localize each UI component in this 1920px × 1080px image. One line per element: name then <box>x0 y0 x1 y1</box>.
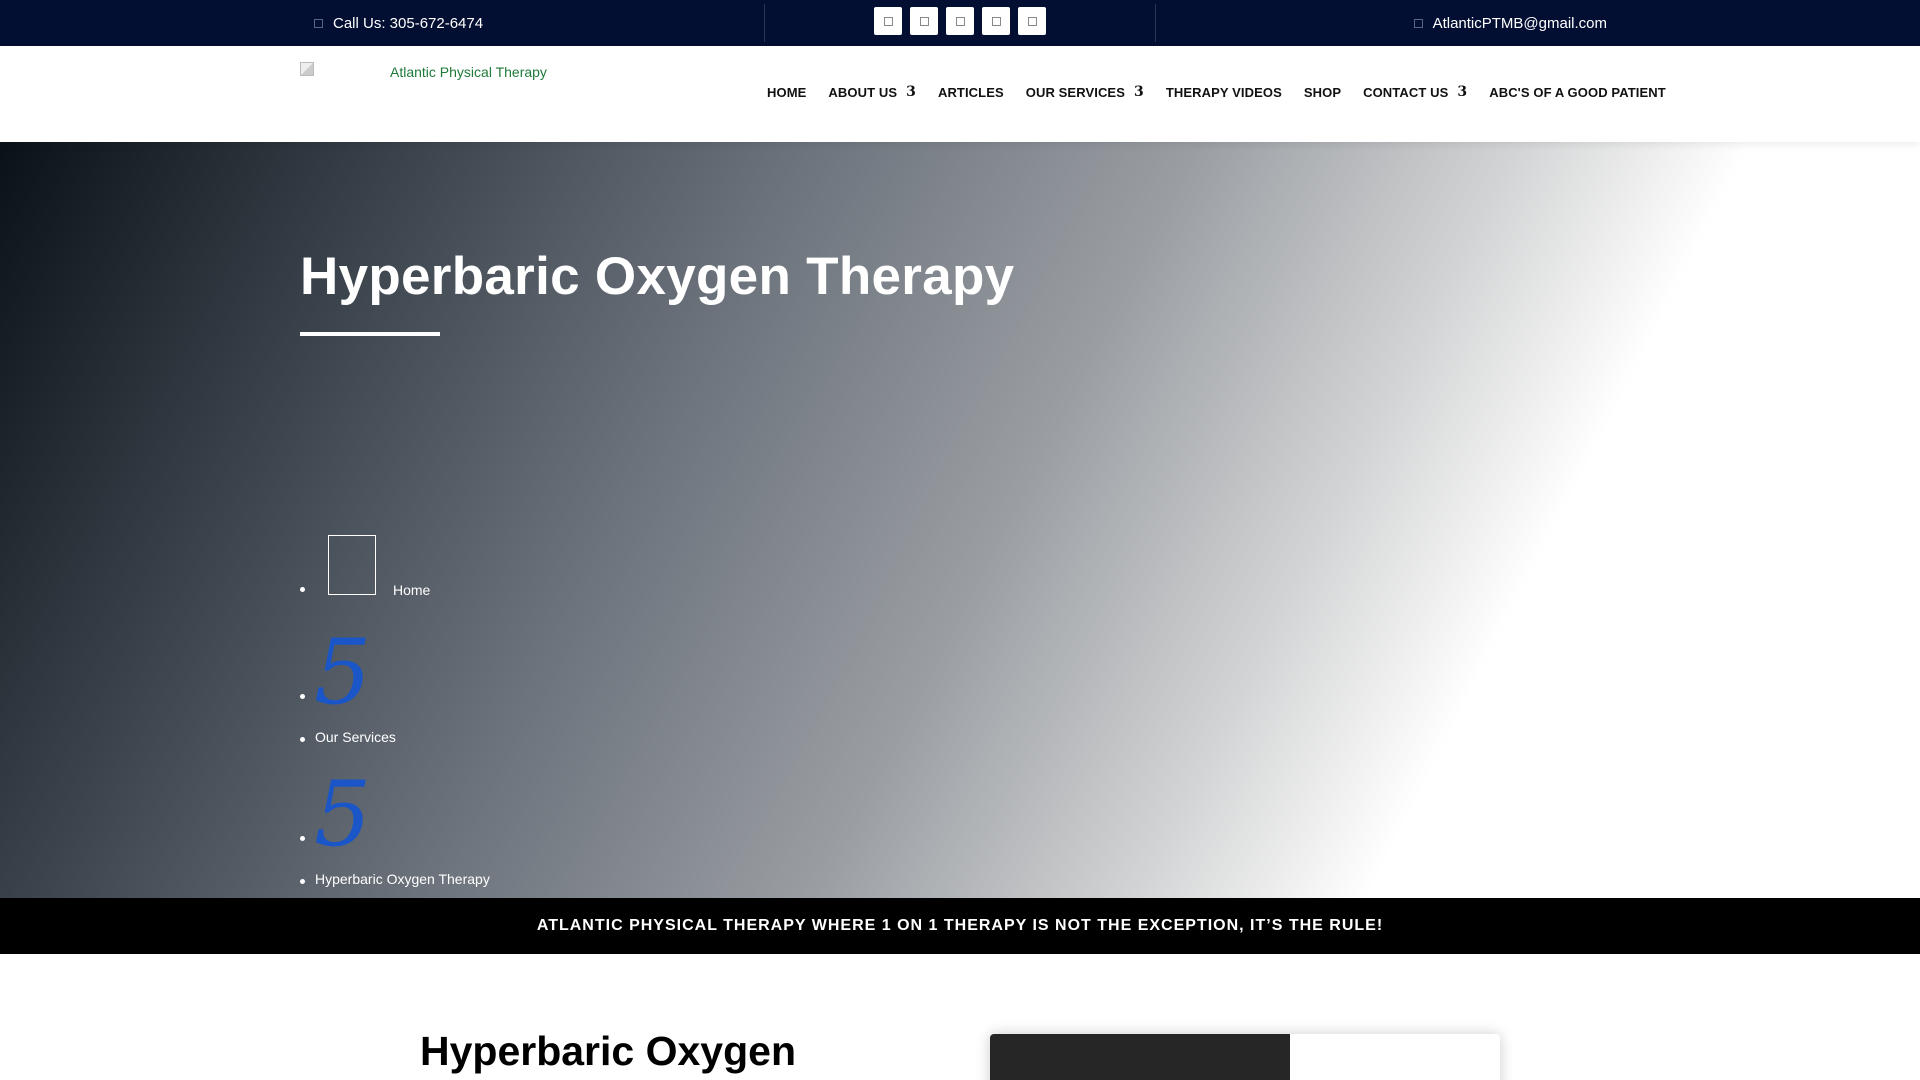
separator-icon: 5 <box>314 762 372 867</box>
nav-item-contact-us[interactable]: CONTACT US 3 <box>1363 84 1467 100</box>
email-icon <box>1413 18 1423 28</box>
broken-image-icon <box>300 62 314 76</box>
nav-item-articles[interactable]: ARTICLES <box>938 85 1004 100</box>
section-title: Hyperbaric Oxygen <box>420 1028 796 1074</box>
nav-item-home[interactable]: HOME <box>767 85 806 100</box>
phone-icon <box>314 18 323 28</box>
youtube-icon[interactable] <box>982 7 1010 35</box>
breadcrumb-home-label: Home <box>393 582 431 598</box>
topbar-divider <box>1155 4 1156 42</box>
top-bar: Call Us: 305-672-6474 AtlanticPTMB@gmail… <box>0 0 1920 46</box>
logo-alt-text: Atlantic Physical Therapy <box>390 64 547 80</box>
home-icon <box>328 535 376 595</box>
tagline-text: ATLANTIC PHYSICAL THERAPY WHERE 1 ON 1 T… <box>536 917 1384 934</box>
breadcrumb-parent-label: Our Services <box>315 729 396 745</box>
nav-item-about-us[interactable]: ABOUT US 3 <box>828 84 916 100</box>
title-underline <box>300 332 440 336</box>
chevron-down-icon: 3 <box>1457 84 1468 100</box>
breadcrumb-current-label: Hyperbaric Oxygen Therapy <box>315 871 490 887</box>
video-thumbnail[interactable] <box>990 1034 1290 1080</box>
breadcrumb-separator: 5 <box>300 628 371 718</box>
breadcrumb-our-services[interactable]: Our Services <box>300 729 396 745</box>
breadcrumb-separator: 5 <box>300 770 371 860</box>
separator-icon: 5 <box>314 620 372 725</box>
chevron-down-icon: 3 <box>1133 84 1144 100</box>
linkedin-icon[interactable] <box>1018 7 1046 35</box>
breadcrumb-current: Hyperbaric Oxygen Therapy <box>300 871 490 887</box>
main-nav: HOME ABOUT US 3 ARTICLES OUR SERVICES 3 TH… <box>767 84 1666 100</box>
email-contact[interactable]: AtlanticPTMB@gmail.com <box>1413 0 1607 46</box>
hero-section: Hyperbaric Oxygen Therapy Home 5 Our Ser… <box>0 142 1920 898</box>
page-title: Hyperbaric Oxygen Therapy <box>300 247 1015 306</box>
nav-item-abcs-good-patient[interactable]: ABC'S OF A GOOD PATIENT <box>1489 85 1666 100</box>
twitter-icon[interactable] <box>910 7 938 35</box>
nav-item-therapy-videos[interactable]: THERAPY VIDEOS <box>1166 85 1282 100</box>
phone-text: Call Us: 305-672-6474 <box>333 14 484 32</box>
nav-item-shop[interactable]: SHOP <box>1304 85 1341 100</box>
video-card[interactable] <box>990 1034 1500 1080</box>
nav-item-our-services[interactable]: OUR SERVICES 3 <box>1026 84 1144 100</box>
site-logo[interactable]: Atlantic Physical Therapy <box>300 62 547 80</box>
chevron-down-icon: 3 <box>906 84 916 100</box>
tagline-bar: ATLANTIC PHYSICAL THERAPY WHERE 1 ON 1 T… <box>0 898 1920 954</box>
instagram-icon[interactable] <box>946 7 974 35</box>
facebook-icon[interactable] <box>874 7 902 35</box>
phone-contact[interactable]: Call Us: 305-672-6474 <box>314 0 483 46</box>
topbar-divider <box>764 4 765 42</box>
social-links <box>874 7 1046 35</box>
site-header: Atlantic Physical Therapy HOME ABOUT US 3… <box>0 46 1920 142</box>
breadcrumb-home[interactable]: Home <box>300 535 431 598</box>
email-text: AtlanticPTMB@gmail.com <box>1432 14 1607 32</box>
